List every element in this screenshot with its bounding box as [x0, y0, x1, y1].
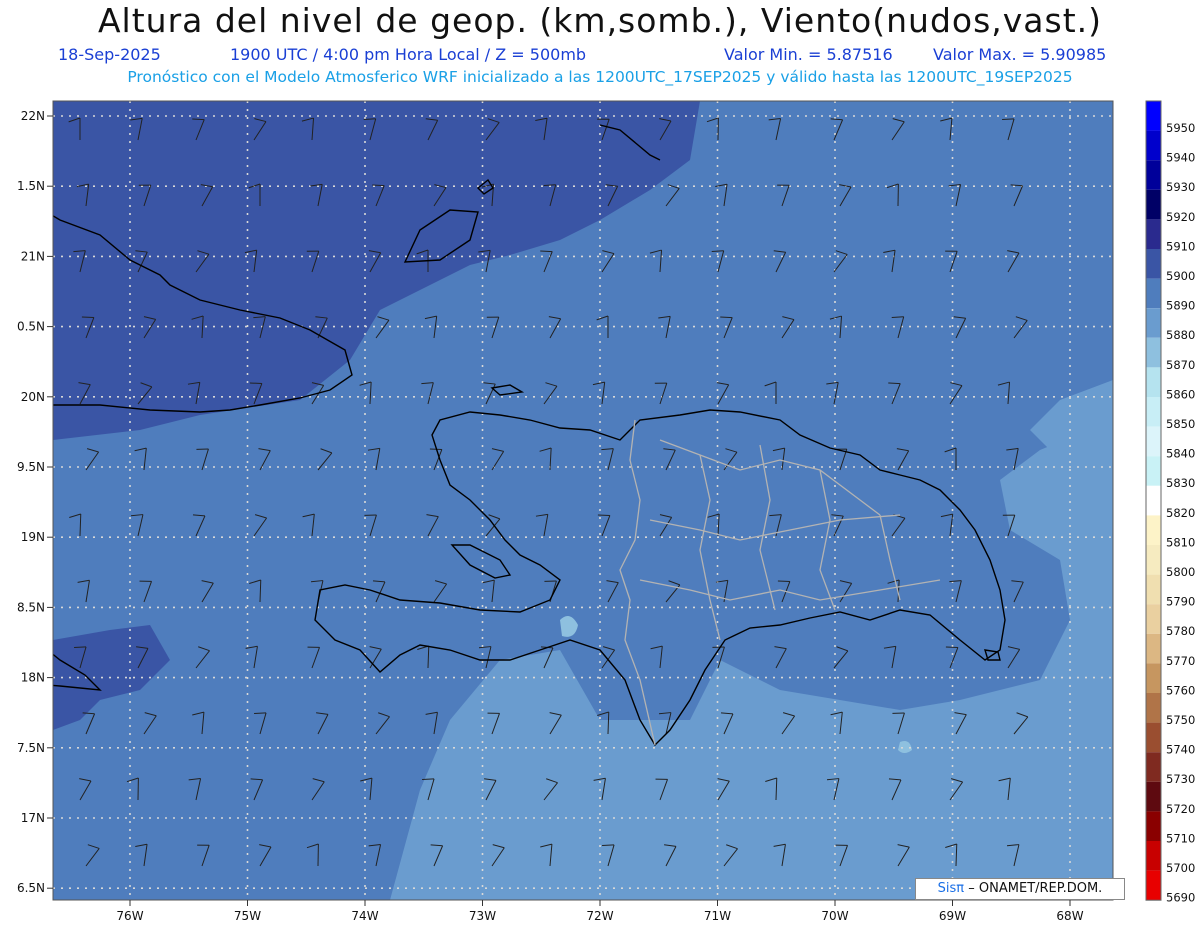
lat-tick-label: 18N — [21, 671, 45, 685]
credit-text: ONAMET/REP.DOM. — [978, 881, 1103, 896]
colorbar-swatch — [1146, 160, 1161, 190]
colorbar-swatch — [1146, 101, 1161, 131]
lat-tick-label: 9.5N — [17, 460, 45, 474]
colorbar-label: 5710 — [1166, 831, 1195, 845]
colorbar-label: 5830 — [1166, 476, 1195, 490]
colorbar-label: 5690 — [1166, 891, 1195, 905]
colorbar-swatch — [1146, 781, 1161, 812]
colorbar-swatch — [1146, 752, 1161, 782]
lat-tick-label: 21N — [21, 249, 45, 263]
colorbar-label: 5780 — [1166, 624, 1195, 638]
colorbar-swatch — [1146, 130, 1161, 161]
colorbar-label: 5930 — [1166, 180, 1195, 194]
colorbar-label: 5940 — [1166, 151, 1195, 165]
lon-tick-label: 74W — [351, 909, 378, 923]
colorbar-label: 5820 — [1166, 506, 1195, 520]
colorbar-label: 5880 — [1166, 328, 1195, 342]
credit-box: Sisπ – ONAMET/REP.DOM. — [915, 878, 1125, 900]
colorbar-swatch — [1146, 633, 1161, 664]
colorbar-label: 5950 — [1166, 121, 1195, 135]
lat-tick-label: 20N — [21, 390, 45, 404]
lat-tick-label: 1.5N — [17, 179, 45, 193]
colorbar-swatch — [1146, 367, 1161, 397]
colorbar-label: 5800 — [1166, 565, 1195, 579]
lon-tick-label: 68W — [1056, 909, 1083, 923]
credit-brand: Sisπ — [937, 881, 965, 896]
colorbar-label: 5870 — [1166, 358, 1195, 372]
colorbar-label: 5920 — [1166, 210, 1195, 224]
colorbar-swatch — [1146, 841, 1161, 871]
colorbar-label: 5770 — [1166, 654, 1195, 668]
geopotential-map: 76W 75W 74W 73W 72W 71W 70W 69W 68W 22N 1.5N 21N 0.5… — [17, 100, 1195, 923]
colorbar-swatch — [1146, 574, 1161, 605]
colorbar-label: 5730 — [1166, 772, 1195, 786]
lon-tick-label: 69W — [939, 909, 966, 923]
colorbar-label: 5700 — [1166, 861, 1195, 875]
colorbar: 5950 5940 5930 5920 5910 5900 5890 5880 5870 5860… — [1145, 100, 1195, 905]
colorbar-swatch — [1146, 811, 1161, 841]
lon-tick-label: 70W — [821, 909, 848, 923]
colorbar-swatch — [1146, 545, 1161, 575]
colorbar-swatch — [1146, 663, 1161, 693]
lon-tick-label: 73W — [469, 909, 496, 923]
lat-tick-label: 8.5N — [17, 600, 45, 614]
colorbar-swatch — [1146, 604, 1161, 634]
colorbar-swatch — [1146, 337, 1161, 368]
colorbar-label: 5860 — [1166, 387, 1195, 401]
lat-tick-label: 0.5N — [17, 320, 45, 334]
colorbar-swatch — [1146, 397, 1161, 427]
colorbar-label: 5760 — [1166, 683, 1195, 697]
colorbar-label: 5740 — [1166, 743, 1195, 757]
lat-tick-label: 22N — [21, 109, 45, 123]
colorbar-swatch — [1146, 485, 1161, 516]
lat-tick-label: 17N — [21, 811, 45, 825]
colorbar-swatch — [1146, 722, 1161, 753]
colorbar-label: 5900 — [1166, 269, 1195, 283]
lon-tick-label: 75W — [234, 909, 261, 923]
colorbar-label: 5750 — [1166, 713, 1195, 727]
colorbar-swatch — [1146, 189, 1161, 220]
map-plot-area — [53, 101, 1113, 900]
colorbar-swatch — [1146, 693, 1161, 723]
colorbar-label: 5790 — [1166, 595, 1195, 609]
colorbar-label: 5720 — [1166, 802, 1195, 816]
colorbar-swatch — [1146, 278, 1161, 309]
colorbar-swatch — [1146, 308, 1161, 338]
colorbar-swatch — [1146, 219, 1161, 249]
colorbar-label: 5910 — [1166, 239, 1195, 253]
colorbar-swatch — [1146, 249, 1161, 279]
colorbar-swatch — [1146, 426, 1161, 457]
colorbar-label: 5850 — [1166, 417, 1195, 431]
colorbar-swatch — [1146, 456, 1161, 486]
colorbar-label: 5840 — [1166, 447, 1195, 461]
lon-tick-label: 76W — [116, 909, 143, 923]
colorbar-swatch — [1146, 515, 1161, 545]
lon-tick-label: 71W — [704, 909, 731, 923]
colorbar-label: 5810 — [1166, 535, 1195, 549]
lat-tick-label: 6.5N — [17, 881, 45, 895]
lat-tick-label: 19N — [21, 530, 45, 544]
colorbar-label: 5890 — [1166, 299, 1195, 313]
colorbar-swatch — [1146, 870, 1161, 901]
lon-tick-label: 72W — [586, 909, 613, 923]
lat-tick-label: 7.5N — [17, 741, 45, 755]
